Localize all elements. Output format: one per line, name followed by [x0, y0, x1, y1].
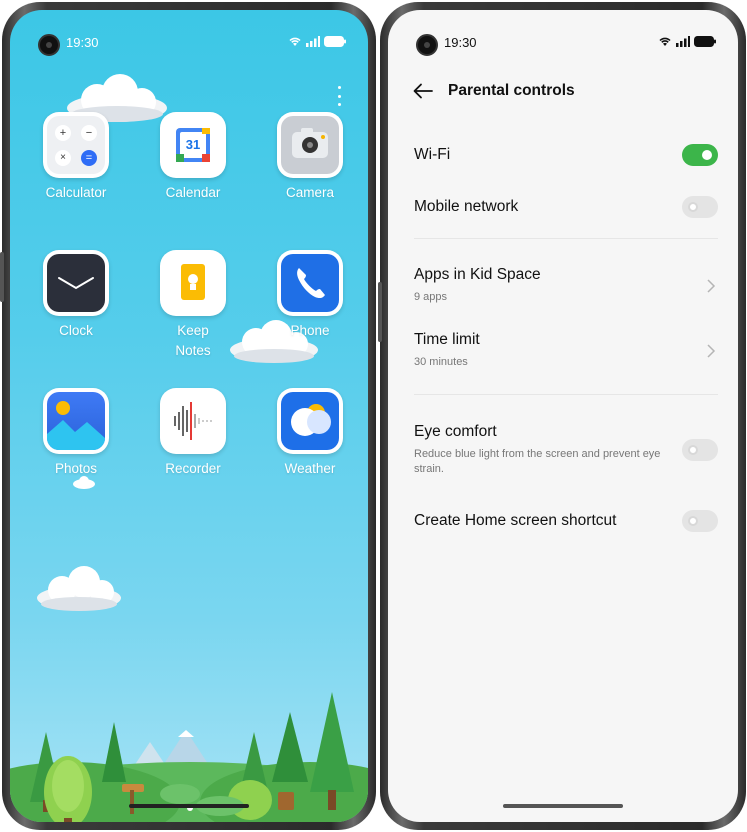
- home-indicator[interactable]: [129, 804, 249, 808]
- signal-icon: [676, 36, 690, 47]
- handset-icon: [297, 268, 325, 299]
- app-label: Recorder: [165, 461, 221, 476]
- kid-space-home-screen: 19:30 + − × = Calculator 31 Calendar Cam…: [10, 10, 368, 822]
- app-label: Calendar: [165, 185, 221, 200]
- app-label: Weather: [284, 461, 336, 476]
- forest-landscape-illustration: [10, 692, 368, 822]
- setting-row-mobile-network[interactable]: Mobile network: [414, 192, 718, 222]
- setting-title: Apps in Kid Space: [414, 266, 541, 283]
- clock-icon: [43, 250, 109, 316]
- volume-button: [0, 252, 4, 302]
- app-label: Photos: [54, 461, 98, 476]
- cloud-decoration: [37, 566, 121, 611]
- section-divider: [414, 394, 718, 395]
- home-indicator[interactable]: [503, 804, 623, 808]
- recorder-icon: [160, 388, 226, 454]
- setting-subtitle: 30 minutes: [414, 356, 468, 368]
- front-camera: [38, 34, 60, 56]
- app-label: Clock: [59, 323, 93, 338]
- app-calculator[interactable]: + − × = Calculator: [26, 112, 126, 203]
- eye-comfort-toggle[interactable]: [682, 439, 718, 461]
- app-clock[interactable]: Clock: [26, 250, 126, 341]
- photos-icon: [43, 388, 109, 454]
- setting-row-apps-in-kid-space[interactable]: Apps in Kid Space 9 apps: [414, 266, 718, 310]
- app-label: Calculator: [45, 185, 107, 200]
- kid-space-phone: 19:30 + − × = Calculator 31 Calendar Cam…: [0, 2, 376, 830]
- wifi-icon: [659, 37, 671, 46]
- app-label-line-2: Notes: [175, 343, 211, 358]
- section-divider: [414, 238, 718, 239]
- app-phone[interactable]: Phone: [260, 250, 360, 341]
- waveform-icon: [174, 402, 212, 440]
- settings-phone: 19:30 Parental controls Wi-Fi Mobile net…: [378, 2, 746, 830]
- setting-title: Wi-Fi: [414, 146, 451, 163]
- setting-title: Eye comfort: [414, 423, 497, 440]
- status-time: 19:30: [66, 35, 99, 50]
- app-camera[interactable]: Camera: [260, 112, 360, 203]
- app-label: Phone: [290, 323, 330, 338]
- status-icons: [288, 36, 346, 47]
- chevron-right-icon: [707, 279, 716, 293]
- battery-icon: [324, 36, 346, 47]
- wifi-icon: [289, 37, 301, 46]
- app-weather[interactable]: Weather: [260, 388, 360, 479]
- page-title: Parental controls: [448, 82, 575, 99]
- home-screen-shortcut-toggle[interactable]: [682, 510, 718, 532]
- page-header: Parental controls: [412, 76, 718, 106]
- status-icons: [658, 36, 716, 47]
- setting-subtitle: 9 apps: [414, 291, 448, 303]
- wifi-toggle[interactable]: [682, 144, 718, 166]
- calculator-icon: + − × =: [43, 112, 109, 178]
- setting-row-home-screen-shortcut[interactable]: Create Home screen shortcut: [414, 506, 718, 536]
- keep-notes-icon: [160, 250, 226, 316]
- setting-title: Mobile network: [414, 198, 519, 215]
- front-camera: [416, 34, 438, 56]
- more-options-button[interactable]: [336, 86, 342, 106]
- setting-row-time-limit[interactable]: Time limit 30 minutes: [414, 331, 718, 375]
- status-bar: 19:30: [10, 32, 368, 56]
- camera-icon: [277, 112, 343, 178]
- calendar-icon: 31: [160, 112, 226, 178]
- status-time: 19:30: [444, 35, 477, 50]
- signal-icon: [306, 36, 320, 47]
- setting-title: Time limit: [414, 331, 480, 348]
- setting-title: Create Home screen shortcut: [414, 512, 617, 529]
- chevron-right-icon: [707, 344, 716, 358]
- app-calendar[interactable]: 31 Calendar: [143, 112, 243, 203]
- battery-icon: [694, 36, 716, 47]
- back-arrow-icon[interactable]: [412, 80, 434, 102]
- app-label-line-1: Keep: [177, 323, 209, 338]
- setting-row-wifi[interactable]: Wi-Fi: [414, 140, 718, 170]
- setting-subtitle: Reduce blue light from the screen and pr…: [414, 448, 661, 475]
- app-photos[interactable]: Photos: [26, 388, 126, 479]
- setting-row-eye-comfort[interactable]: Eye comfort Reduce blue light from the s…: [414, 423, 718, 483]
- app-recorder[interactable]: Recorder: [143, 388, 243, 479]
- phone-icon: [277, 250, 343, 316]
- status-bar: 19:30: [388, 32, 738, 56]
- weather-icon: [277, 388, 343, 454]
- app-keep-notes[interactable]: Keep Notes: [143, 250, 243, 361]
- parental-controls-screen: 19:30 Parental controls Wi-Fi Mobile net…: [388, 10, 738, 822]
- mobile-network-toggle[interactable]: [682, 196, 718, 218]
- app-label: Camera: [285, 185, 334, 200]
- clock-hands-icon: [58, 277, 94, 290]
- volume-button: [378, 282, 382, 342]
- mountains-icon: [47, 420, 105, 450]
